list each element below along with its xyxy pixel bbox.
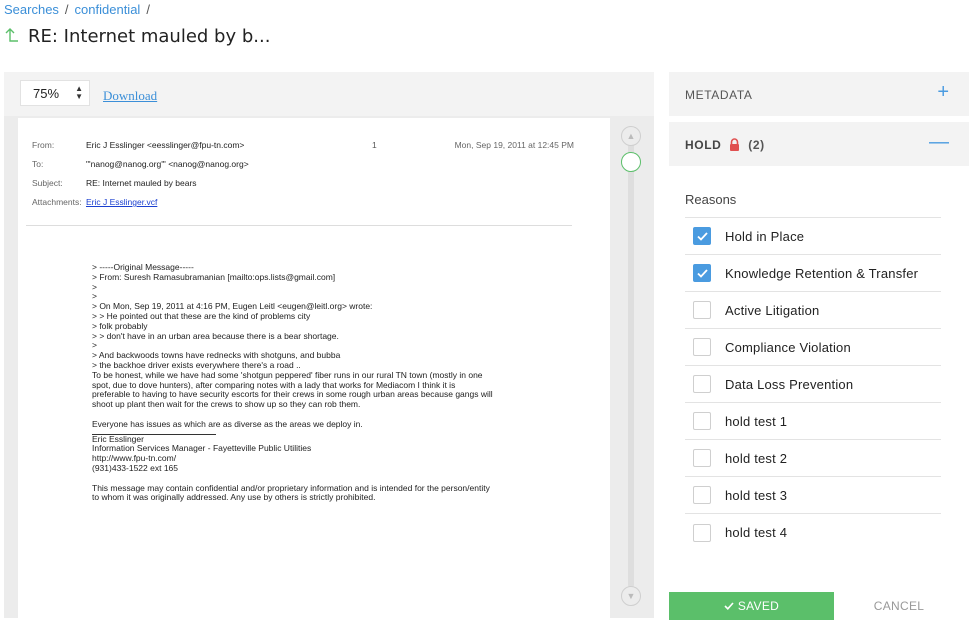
subject-value: RE: Internet mauled by bears [86, 178, 197, 188]
scroll-rail[interactable] [628, 138, 634, 588]
breadcrumb-separator: / [64, 2, 69, 17]
saved-button[interactable]: SAVED [669, 592, 834, 620]
collapse-minus-icon[interactable]: — [929, 132, 949, 152]
checkbox-checked[interactable] [693, 227, 711, 245]
from-value: Eric J Esslinger <eesslinger@fpu-tn.com> [86, 140, 245, 150]
to-label: To: [32, 159, 44, 169]
sent-date: Mon, Sep 19, 2011 at 12:45 PM [454, 140, 574, 150]
breadcrumb: Searches / confidential / [4, 2, 156, 17]
download-link[interactable]: Download [103, 88, 157, 104]
body-line: > > He pointed out that these are the ki… [92, 310, 311, 321]
hold-title: HOLD [685, 138, 722, 152]
reason-label: Active Litigation [725, 302, 820, 318]
reason-item-compliance-violation[interactable]: Compliance Violation [685, 329, 941, 366]
reason-item-knowledge-retention[interactable]: Knowledge Retention & Transfer [685, 255, 941, 292]
breadcrumb-confidential[interactable]: confidential [75, 2, 141, 17]
header-divider [26, 225, 572, 226]
checkmark-icon [696, 231, 708, 241]
email-body: > -----Original Message----- > From: Sur… [92, 262, 512, 503]
hold-section[interactable]: HOLD (2) — [669, 122, 969, 166]
scroll-thumb[interactable] [621, 152, 641, 172]
hold-count: (2) [748, 138, 765, 152]
page-number: 1 [372, 140, 377, 150]
reason-label: Hold in Place [725, 228, 805, 244]
body-line: shoot up plant then wait for the crews t… [92, 399, 361, 410]
checkbox-unchecked[interactable] [693, 412, 711, 430]
from-label: From: [32, 140, 55, 150]
reason-label: hold test 1 [725, 413, 788, 429]
body-line: > From: Suresh Ramasubramanian [mailto:o… [92, 271, 336, 282]
zoom-value: 75% [33, 86, 60, 101]
to-value: "'nanog@nanog.org'" <nanog@nanog.org> [86, 159, 249, 169]
metadata-title: METADATA [685, 88, 753, 102]
reason-label: hold test 4 [725, 525, 788, 540]
checkmark-icon [724, 602, 734, 610]
scroll-up-icon[interactable]: ▲ [621, 126, 641, 146]
subject-label: Subject: [32, 178, 63, 188]
scroll-down-icon[interactable]: ▼ [621, 586, 641, 606]
breadcrumb-searches[interactable]: Searches [4, 2, 59, 17]
checkbox-unchecked[interactable] [693, 486, 711, 504]
cancel-button[interactable]: CANCEL [849, 592, 949, 620]
disclaimer-line: to whom it was originally addressed. Any… [92, 492, 376, 503]
reason-label: Data Loss Prevention [725, 376, 854, 392]
breadcrumb-separator: / [146, 2, 150, 17]
reason-label: Compliance Violation [725, 339, 851, 355]
lock-icon [730, 138, 740, 151]
viewer-toolbar: 75% ▲ ▼ Download [4, 72, 654, 116]
zoom-select[interactable]: 75% ▲ ▼ [20, 80, 90, 106]
page-title: RE: Internet mauled by b... [28, 26, 271, 47]
checkmark-icon [696, 268, 708, 278]
up-arrow-icon[interactable] [4, 27, 20, 47]
attachment-link[interactable]: Eric J Esslinger.vcf [86, 197, 157, 207]
reason-label: hold test 2 [725, 450, 788, 466]
hold-header: HOLD (2) [685, 138, 765, 152]
select-arrows-icon: ▲ ▼ [75, 84, 83, 101]
attachments-label: Attachments: [32, 197, 82, 207]
checkbox-unchecked[interactable] [693, 449, 711, 467]
checkbox-checked[interactable] [693, 264, 711, 282]
expand-plus-icon[interactable]: + [937, 82, 949, 102]
reason-label: Knowledge Retention & Transfer [725, 265, 919, 281]
document-page: From: Eric J Esslinger <eesslinger@fpu-t… [18, 118, 610, 618]
checkbox-unchecked[interactable] [693, 301, 711, 319]
page-scrollbar[interactable]: ▲ ▼ [614, 118, 654, 618]
checkbox-unchecked[interactable] [693, 523, 711, 542]
reasons-list: Hold in Place Knowledge Retention & Tran… [685, 217, 941, 551]
document-viewer: 75% ▲ ▼ Download From: Eric J Esslinger <… [4, 72, 654, 618]
reason-item-hold-test-4[interactable]: hold test 4 [685, 514, 941, 551]
reason-item-data-loss-prevention[interactable]: Data Loss Prevention [685, 366, 941, 403]
reasons-label: Reasons [685, 192, 737, 207]
reason-item-active-litigation[interactable]: Active Litigation [685, 292, 941, 329]
metadata-section[interactable]: METADATA + [669, 72, 969, 116]
reason-item-hold-test-1[interactable]: hold test 1 [685, 403, 941, 440]
checkbox-unchecked[interactable] [693, 338, 711, 356]
closing-line: Everyone has issues as which are as dive… [92, 418, 363, 429]
saved-label: SAVED [737, 599, 780, 613]
reason-item-hold-in-place[interactable]: Hold in Place [685, 218, 941, 255]
reason-item-hold-test-2[interactable]: hold test 2 [685, 440, 941, 477]
reason-label: hold test 3 [725, 487, 788, 503]
signature-line: (931)433-1522 ext 165 [92, 462, 179, 473]
body-line: > > don't have in an urban area because … [92, 330, 339, 341]
side-panel: METADATA + HOLD (2) — Reasons Hold in Pl… [669, 72, 969, 620]
reason-item-hold-test-3[interactable]: hold test 3 [685, 477, 941, 514]
checkbox-unchecked[interactable] [693, 375, 711, 393]
body-line: > [92, 281, 97, 292]
title-row: RE: Internet mauled by b... [4, 26, 270, 47]
